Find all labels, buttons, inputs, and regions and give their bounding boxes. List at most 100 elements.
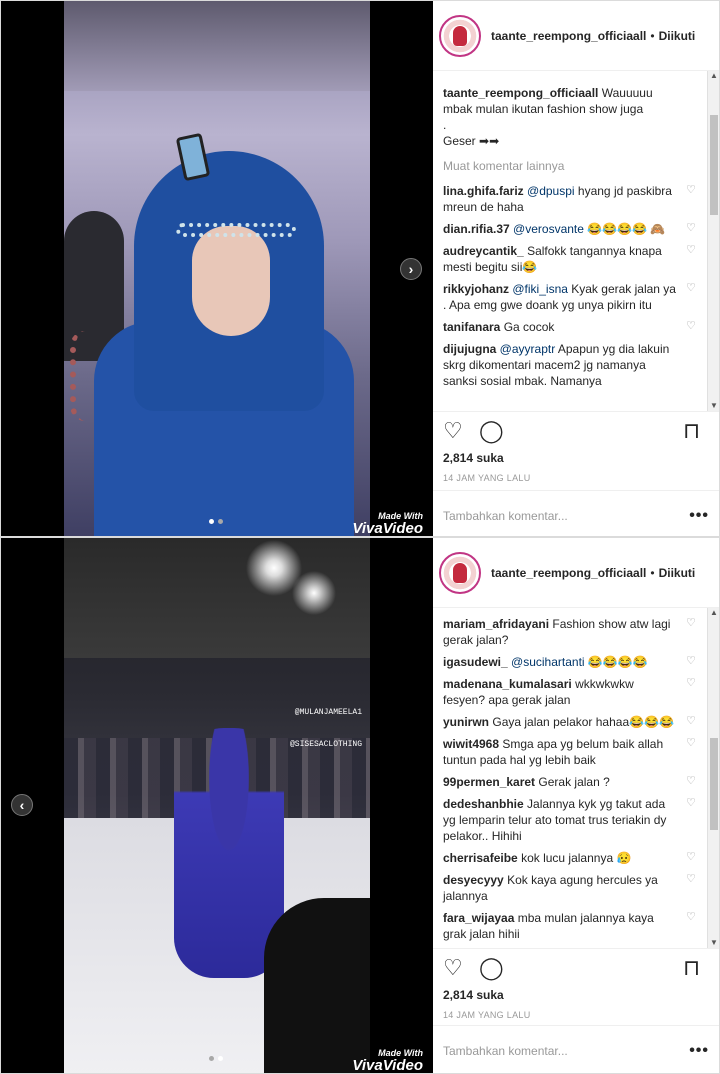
comment-item: igasudewi_ @sucihartanti 😂😂😂😂 ♡ [443, 654, 697, 670]
avatar[interactable] [439, 551, 481, 594]
more-options-button[interactable]: ••• [689, 1042, 709, 1060]
comment-user[interactable]: fara_wijayaa [443, 911, 514, 925]
comments-list: mariam_afridayani Fashion show atw lagi … [433, 610, 719, 948]
likes-count[interactable]: 2,814 suka [443, 988, 504, 1002]
foreground-spectator [264, 898, 370, 1073]
heart-icon[interactable]: ♡ [686, 716, 697, 727]
comment-item: wiwit4968 Smga apa yg belum baik allah t… [443, 736, 697, 768]
comment-user[interactable]: dedeshanbhie [443, 797, 524, 811]
scroll-down-icon[interactable]: ▼ [708, 401, 720, 411]
heart-icon[interactable]: ♡ [686, 185, 697, 196]
post-header: taante_reempong_officiaall • Diikuti [433, 538, 719, 608]
next-arrow-button[interactable]: › [400, 258, 422, 280]
heart-icon[interactable]: ♡ [686, 321, 697, 332]
comment-user[interactable]: madenana_kumalasari [443, 677, 572, 691]
like-heart-icon[interactable]: ♡ [443, 957, 467, 981]
add-comment-input[interactable]: Tambahkan komentar... [443, 509, 568, 523]
comment-user[interactable]: rikkyjohanz [443, 282, 509, 296]
scroll-thumb[interactable] [710, 738, 718, 830]
heart-icon[interactable]: ♡ [686, 874, 697, 885]
heart-icon[interactable]: ♡ [686, 656, 697, 667]
comment-icon[interactable]: ◯ [479, 957, 504, 981]
face [192, 226, 270, 336]
comment-icon[interactable]: ◯ [479, 420, 504, 444]
carousel-dot [209, 1056, 214, 1061]
comment-user[interactable]: audreycantik_ [443, 244, 524, 258]
post-photo[interactable] [64, 1, 370, 536]
caption-user[interactable]: taante_reempong_officiaall [443, 86, 598, 100]
comment-item: 99permen_karet Gerak jalan ? ♡ [443, 774, 697, 790]
more-options-button[interactable]: ••• [689, 507, 709, 525]
scroll-thumb[interactable] [710, 115, 718, 215]
post-time[interactable]: 14 JAM YANG LALU [443, 473, 531, 483]
comment-item: yunirwn Gaya jalan pelakor hahaa😂😂😂 ♡ [443, 714, 697, 730]
comment-item: tanifanara Ga cocok ♡ [443, 319, 697, 335]
comment-user[interactable]: cherrisafeibe [443, 851, 518, 865]
heart-icon[interactable]: ♡ [686, 618, 697, 629]
prev-arrow-button[interactable]: ‹ [11, 794, 33, 816]
comment-text: 😂😂😂😂 [584, 655, 648, 669]
comment-user[interactable]: mariam_afridayani [443, 617, 549, 631]
follow-status-button[interactable]: Diikuti [659, 566, 696, 580]
comment-user[interactable]: 99permen_karet [443, 775, 535, 789]
avatar[interactable] [439, 14, 481, 57]
scroll-down-icon[interactable]: ▼ [708, 938, 720, 948]
post-media: Made With VivaVideo › [1, 1, 433, 536]
comment-item: cherrisafeibe kok lucu jalannya 😥 ♡ [443, 850, 697, 866]
scroll-up-icon[interactable]: ▲ [708, 71, 720, 81]
add-comment-input[interactable]: Tambahkan komentar... [443, 1044, 568, 1058]
caption-text-2: . [443, 118, 447, 132]
comment-item: mariam_afridayani Fashion show atw lagi … [443, 616, 697, 648]
comment-text: 😂😂😂😂 🙈 [583, 222, 666, 236]
post-header: taante_reempong_officiaall • Diikuti [433, 1, 719, 71]
load-more-comments-link[interactable]: Muat komentar lainnya [443, 159, 697, 173]
comment-mention[interactable]: @fiki_isna [512, 282, 568, 296]
account-name[interactable]: taante_reempong_officiaall [491, 29, 646, 43]
overlay-tag: @SISESACLOTHING [289, 740, 362, 749]
comment-user[interactable]: wiwit4968 [443, 737, 499, 751]
post-sidebar: taante_reempong_officiaall • Diikuti maria… [433, 538, 719, 1073]
comment-text: Gaya jalan pelakor hahaa😂😂😂 [492, 715, 674, 729]
watermark-big: VivaVideo [352, 1057, 423, 1073]
comment-item: rikkyjohanz @fiki_isna Kyak gerak jalan … [443, 281, 697, 313]
comment-item: madenana_kumalasari wkkwkwkw fesyen? apa… [443, 676, 697, 708]
heart-icon[interactable]: ♡ [686, 852, 697, 863]
scroll-up-icon[interactable]: ▲ [708, 608, 720, 618]
comment-user[interactable]: lina.ghifa.fariz [443, 184, 524, 198]
post-photo[interactable]: @MULANJAMEELA1 @SISESACLOTHING [64, 538, 370, 1073]
comment-user[interactable]: dian.rifia.37 [443, 222, 510, 236]
comment-user[interactable]: yunirwn [443, 715, 489, 729]
comments-scrollbar[interactable]: ▲ ▼ [707, 71, 719, 411]
comment-mention[interactable]: @ayyraptr [500, 342, 556, 356]
like-heart-icon[interactable]: ♡ [443, 420, 467, 444]
heart-icon[interactable]: ♡ [686, 738, 697, 749]
comment-mention[interactable]: @dpuspi [527, 184, 575, 198]
background-wall [64, 1, 370, 91]
bookmark-icon[interactable]: ⊓ [683, 957, 707, 981]
bookmark-icon[interactable]: ⊓ [683, 420, 707, 444]
comment-user[interactable]: desyecyyy [443, 873, 504, 887]
post-time[interactable]: 14 JAM YANG LALU [443, 1010, 531, 1020]
heart-icon[interactable]: ♡ [686, 283, 697, 294]
heart-icon[interactable]: ♡ [686, 223, 697, 234]
heart-icon[interactable]: ♡ [686, 678, 697, 689]
comment-user[interactable]: tanifanara [443, 320, 500, 334]
comment-text: Ga cocok [503, 320, 555, 334]
comment-mention[interactable]: @verosvante [513, 222, 584, 236]
follow-status-button[interactable]: Diikuti [659, 29, 696, 43]
post-1: Made With VivaVideo › taante_reempong_of… [0, 0, 720, 537]
comments-scrollbar[interactable]: ▲ ▼ [707, 608, 719, 948]
account-name[interactable]: taante_reempong_officiaall [491, 566, 646, 580]
comment-mention[interactable]: @sucihartanti [511, 655, 585, 669]
heart-icon[interactable]: ♡ [686, 245, 697, 256]
comment-user[interactable]: igasudewi_ [443, 655, 508, 669]
header-text: taante_reempong_officiaall • Diikuti [491, 566, 695, 580]
action-bar: ♡ ◯ ⊓ [433, 948, 719, 982]
heart-icon[interactable]: ♡ [686, 798, 697, 809]
watermark: Made With VivaVideo [352, 1049, 423, 1074]
likes-count[interactable]: 2,814 suka [443, 451, 504, 465]
heart-icon[interactable]: ♡ [686, 912, 697, 923]
comment-user[interactable]: dijujugna [443, 342, 496, 356]
heart-icon[interactable]: ♡ [686, 776, 697, 787]
carousel-dot-active [218, 1056, 223, 1061]
